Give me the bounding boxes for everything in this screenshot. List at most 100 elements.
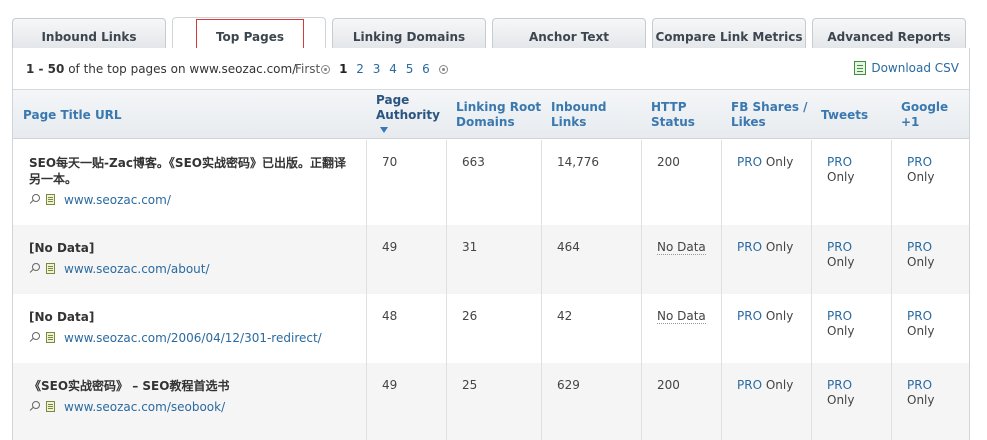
col-header-label: Inbound Links [551,100,607,129]
next-page-icon[interactable] [438,65,448,74]
csv-file-icon [854,61,867,75]
col-header-fb-shares[interactable]: FB Shares / Likes [731,90,811,140]
page-url-link[interactable]: www.seozac.com/ [64,193,171,207]
column-divider [891,140,892,225]
page-icon[interactable] [46,401,55,412]
page-url-link[interactable]: www.seozac.com/about/ [64,262,210,276]
column-divider [811,225,812,294]
page-icon[interactable] [46,263,55,274]
page-link-6[interactable]: 6 [422,62,430,76]
page-authority-value: 70 [382,155,398,169]
page-title: 《SEO实战密码》 – SEO教程首选书 [29,379,230,393]
tab-label: Advanced Reports [827,30,951,44]
pro-link[interactable]: PRO [907,309,932,323]
column-divider [446,363,447,440]
linking-root-domains-value: 663 [462,155,485,169]
column-divider [811,363,812,440]
only-label: Only [907,255,935,269]
page-url-line: www.seozac.com/ [29,193,171,207]
col-header-title-url[interactable]: Page Title URL [23,90,353,140]
results-summary: 1 - 50 of the top pages on www.seozac.co… [26,62,296,76]
tab-top-pages[interactable]: Top Pages [172,17,326,55]
col-header-inbound-links[interactable]: Inbound Links [551,90,646,140]
tab-compare-link-metrics[interactable]: Compare Link Metrics [652,18,806,48]
pro-link[interactable]: PRO [827,240,852,254]
linking-root-domains-value: 26 [462,309,478,323]
page-url-link[interactable]: www.seozac.com/2006/04/12/301-redirect/ [64,331,322,345]
table-header: Page Title URL Page Authority Linking Ro… [13,89,969,139]
column-divider [721,225,722,294]
col-header-label: FB Shares / Likes [731,100,808,129]
col-header-tweets[interactable]: Tweets [821,90,891,140]
page-url-line: www.seozac.com/seobook/ [29,400,225,414]
page-link-3[interactable]: 3 [373,62,381,76]
http-status-value: No Data [657,240,706,255]
prev-page-icon[interactable] [321,65,331,74]
column-divider [641,225,642,294]
col-header-label: HTTP Status [651,100,695,129]
pro-link[interactable]: PRO [737,240,762,254]
pro-link[interactable]: PRO [827,155,852,169]
magnifier-icon[interactable] [29,401,40,412]
inbound-links-value: 42 [557,309,573,323]
fb-shares-value: PRO Only [737,378,793,392]
http-status-value: 200 [657,378,680,392]
magnifier-icon[interactable] [29,194,40,205]
page-icon[interactable] [46,194,55,205]
column-divider [446,294,447,363]
tweets-value: PRO Only [827,309,855,339]
download-csv-label: Download CSV [871,61,959,75]
column-divider [541,225,542,294]
column-divider [721,363,722,440]
pro-link[interactable]: PRO [737,155,762,169]
column-divider [811,140,812,225]
pro-link[interactable]: PRO [827,309,852,323]
tab-advanced-reports[interactable]: Advanced Reports [812,18,966,48]
pro-link[interactable]: PRO [907,240,932,254]
page-link-2[interactable]: 2 [356,62,364,76]
col-header-http-status[interactable]: HTTP Status [651,90,711,140]
page-url-link[interactable]: www.seozac.com/seobook/ [64,400,225,414]
col-header-label: Page Title URL [23,107,122,122]
page-url-line: www.seozac.com/about/ [29,262,210,276]
column-divider [641,363,642,440]
page-authority-label: Page Authority [376,92,440,122]
page-link-1[interactable]: 1 [339,62,347,76]
pro-link[interactable]: PRO [827,378,852,392]
page-authority-value: 49 [382,378,398,392]
column-divider [721,294,722,363]
only-label: Only [907,324,935,338]
pro-link[interactable]: PRO [907,378,932,392]
magnifier-icon[interactable] [29,263,40,274]
tab-label: Linking Domains [352,30,466,44]
tab-inbound-links[interactable]: Inbound Links [12,18,166,48]
column-divider [366,363,367,440]
column-divider [366,225,367,294]
col-header-label: Linking Root Domains [456,100,542,129]
linking-root-domains-value: 31 [462,240,478,254]
tab-anchor-text[interactable]: Anchor Text [492,18,646,48]
tab-linking-domains[interactable]: Linking Domains [332,18,486,48]
download-csv-link[interactable]: Download CSV [854,61,959,75]
tweets-value: PRO Only [827,240,855,270]
col-header-linking-root-domains[interactable]: Linking Root Domains [456,90,546,140]
inbound-links-value: 464 [557,240,580,254]
page-link-4[interactable]: 4 [389,62,397,76]
pagination-first[interactable]: First [295,62,320,76]
page-icon[interactable] [46,332,55,343]
page-title: SEO每天一贴-Zac博客。《SEO实战密码》已出版。正翻译另一本。 [29,156,346,186]
linking-root-domains-value: 25 [462,378,478,392]
column-divider [721,140,722,225]
page-link-5[interactable]: 5 [406,62,414,76]
column-divider [366,294,367,363]
pro-link[interactable]: PRO [737,378,762,392]
col-header-page-authority[interactable]: Page Authority [376,90,446,140]
col-header-google-plus[interactable]: Google +1 [901,90,969,140]
column-divider [366,140,367,225]
google-plus-value: PRO Only [907,378,935,408]
pro-link[interactable]: PRO [907,155,932,169]
column-divider [641,294,642,363]
magnifier-icon[interactable] [29,332,40,343]
pro-link[interactable]: PRO [737,309,762,323]
only-label: Only [907,393,935,407]
